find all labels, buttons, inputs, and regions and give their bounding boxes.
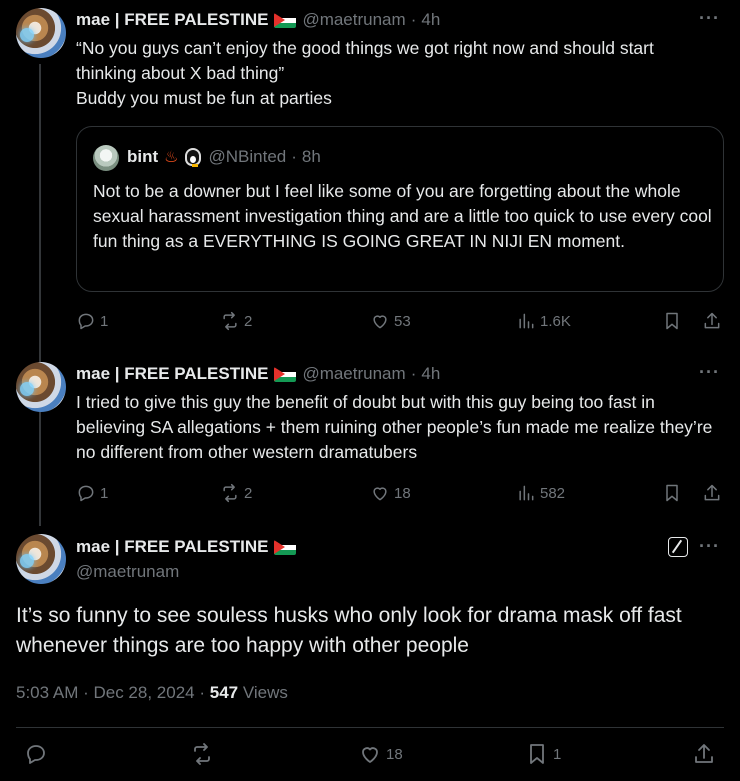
reply-icon	[78, 485, 94, 502]
more-options-icon[interactable]: ···	[699, 536, 720, 557]
views-button[interactable]: 1.6K	[516, 311, 571, 331]
display-name[interactable]: mae | FREE PALESTINE	[76, 364, 268, 384]
quoted-time: 8h	[301, 147, 321, 166]
share-icon	[704, 312, 720, 329]
palestine-flag-icon	[274, 539, 297, 555]
handle[interactable]: @maetrunam	[76, 562, 179, 582]
display-name[interactable]: mae | FREE PALESTINE	[76, 537, 268, 557]
bookmark-button[interactable]	[662, 311, 682, 331]
avatar[interactable]	[16, 362, 66, 412]
like-count: 53	[394, 312, 411, 330]
views-icon	[519, 485, 534, 501]
post-header: mae | FREE PALESTINE @maetrunam · 4h	[76, 364, 440, 384]
views-count: 1.6K	[540, 312, 571, 330]
like-count: 18	[386, 745, 403, 763]
more-options-icon[interactable]: ···	[699, 362, 720, 383]
post-header: mae | FREE PALESTINE	[76, 537, 297, 557]
post-time[interactable]: 4h	[421, 10, 440, 30]
quoted-handle: @NBinted	[208, 147, 287, 166]
reply-icon	[27, 745, 45, 764]
reply-count: 1	[100, 312, 109, 330]
views-number: 547	[209, 683, 239, 702]
main-post-text: It’s so funny to see souless husks who o…	[16, 604, 682, 657]
post-text: I tried to give this guy the benefit of …	[76, 392, 713, 462]
quoted-text: Not to be a downer but I feel like some …	[93, 181, 712, 251]
timestamp[interactable]: 5:03 AM · Dec 28, 2024 ·	[16, 683, 205, 702]
heart-icon	[373, 487, 387, 501]
heart-icon	[373, 315, 387, 329]
views-icon	[519, 313, 534, 329]
handle[interactable]: @maetrunam	[302, 10, 405, 30]
share-button[interactable]	[702, 483, 722, 503]
hot-springs-icon: ♨	[164, 149, 179, 166]
avatar[interactable]	[16, 8, 66, 58]
quoted-avatar	[93, 145, 119, 171]
display-name[interactable]: mae | FREE PALESTINE	[76, 10, 268, 30]
like-count: 18	[394, 484, 411, 502]
reply-icon	[78, 313, 94, 330]
separator-dot: ·	[410, 10, 417, 29]
quoted-display-name: bint	[127, 147, 159, 166]
bookmark-button[interactable]: 1	[525, 742, 561, 766]
penguin-icon	[184, 148, 201, 167]
repost-count: 2	[244, 484, 253, 502]
like-button[interactable]: 18	[358, 742, 403, 766]
reply-button[interactable]: 1	[76, 483, 108, 503]
share-icon	[695, 744, 713, 763]
reply-button[interactable]: 1	[76, 311, 108, 331]
quoted-post[interactable]: bint ♨ @NBinted · 8h Not to be a downer …	[76, 126, 724, 292]
bookmark-icon	[666, 312, 678, 330]
palestine-flag-icon	[274, 12, 297, 28]
more-options-icon[interactable]: ···	[699, 8, 720, 29]
repost-icon	[194, 743, 210, 765]
bookmark-count: 1	[553, 745, 562, 763]
avatar[interactable]	[16, 534, 66, 584]
bookmark-icon	[530, 744, 544, 764]
repost-button[interactable]: 2	[220, 311, 252, 331]
views-label: Views	[242, 683, 288, 702]
post-text: “No you guys can’t enjoy the good things…	[76, 36, 726, 111]
post-time[interactable]: 4h	[421, 364, 440, 384]
grok-icon[interactable]	[668, 537, 688, 557]
repost-button[interactable]	[190, 742, 214, 766]
thread-line	[39, 64, 41, 526]
repost-button[interactable]: 2	[220, 483, 252, 503]
post-text-line: thinking about X bad thing”	[76, 63, 285, 83]
reply-count: 1	[100, 484, 109, 502]
post-meta: 5:03 AM · Dec 28, 2024 · 547 Views	[16, 683, 288, 703]
action-bar: 1 2 18 582	[76, 482, 724, 504]
reply-button[interactable]	[24, 742, 48, 766]
views-button[interactable]: 582	[516, 483, 565, 503]
bookmark-icon	[666, 484, 678, 502]
handle[interactable]: @maetrunam	[302, 364, 405, 384]
bookmark-button[interactable]	[662, 483, 682, 503]
main-action-bar: 18 1	[0, 742, 740, 772]
like-button[interactable]: 53	[370, 311, 411, 331]
views-count: 582	[540, 484, 566, 502]
palestine-flag-icon	[274, 366, 297, 382]
divider	[16, 727, 724, 728]
action-bar: 1 2 53 1.6K	[76, 310, 724, 332]
separator-dot: ·	[410, 364, 417, 383]
share-icon	[704, 484, 720, 501]
share-button[interactable]	[702, 311, 722, 331]
like-button[interactable]: 18	[370, 483, 411, 503]
share-button[interactable]	[692, 742, 716, 766]
repost-count: 2	[244, 312, 253, 330]
heart-icon	[362, 747, 378, 763]
post-header: mae | FREE PALESTINE @maetrunam · 4h	[76, 10, 440, 30]
quoted-header: bint ♨ @NBinted · 8h	[127, 147, 321, 167]
post-text-line: “No you guys can’t enjoy the good things…	[76, 38, 654, 58]
repost-icon	[223, 483, 237, 503]
separator-dot: ·	[291, 147, 297, 166]
repost-icon	[223, 311, 237, 331]
post-text-line: Buddy you must be fun at parties	[76, 88, 332, 108]
